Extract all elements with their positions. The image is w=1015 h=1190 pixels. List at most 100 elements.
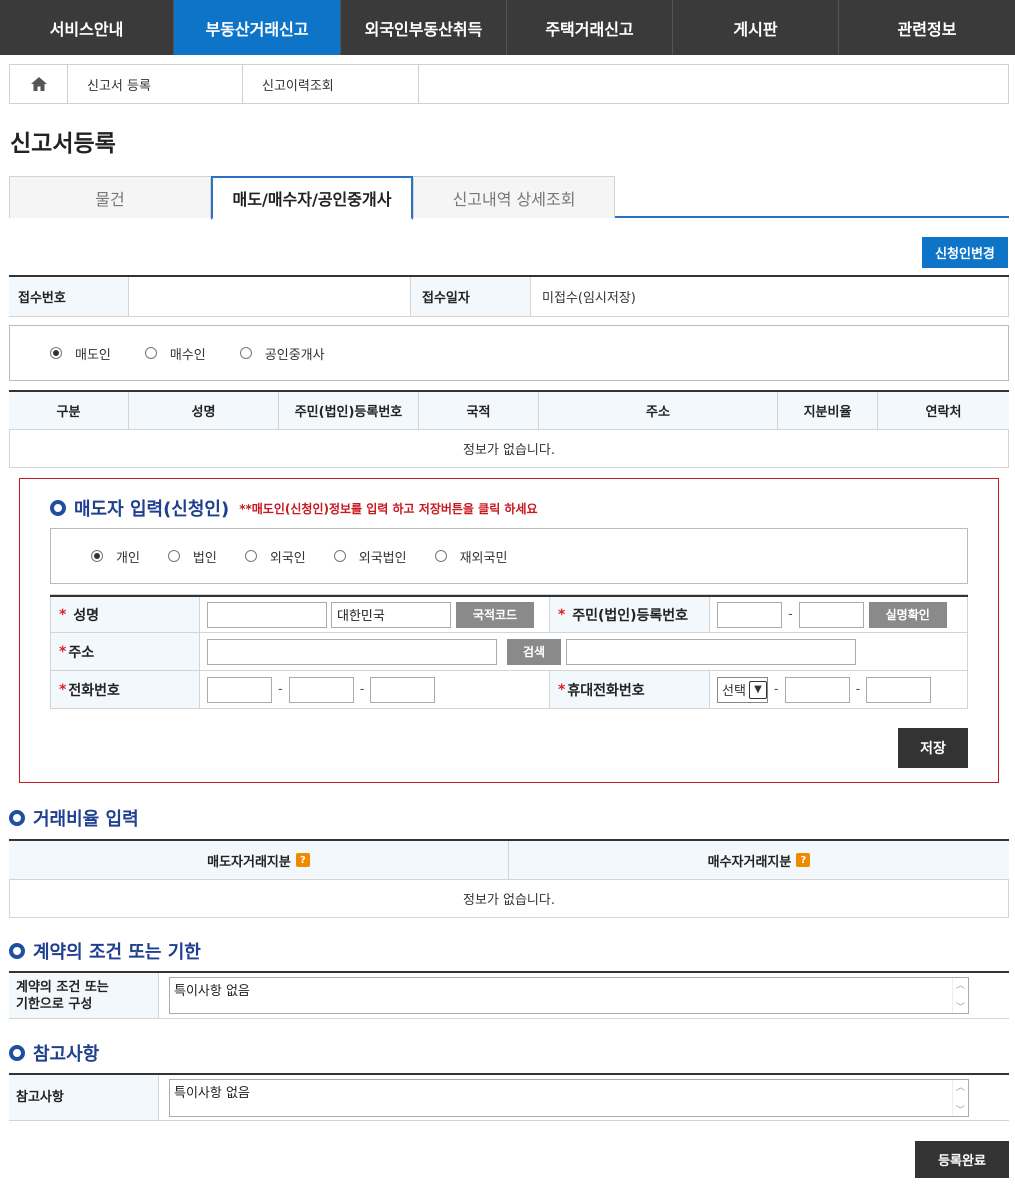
- conditions-section-title: 계약의 조건 또는 기한: [9, 938, 201, 964]
- phone-middle-input[interactable]: [288, 676, 354, 703]
- party-table-empty: 정보가 없습니다.: [9, 430, 1009, 468]
- mobile-label-text: 휴대전화번호: [567, 682, 645, 699]
- dash: -: [359, 682, 365, 697]
- radio-foreign-corporation[interactable]: 외국법인: [333, 547, 407, 566]
- ratio-table: 매도자거래지분? 매수자거래지분? 정보가 없습니다.: [9, 839, 1009, 918]
- breadcrumb-report-history[interactable]: 신고이력조회: [243, 65, 419, 103]
- party-table: 구분 성명 주민(법인)등록번호 국적 주소 지분비율 연락처 정보가 없습니다…: [9, 390, 1009, 468]
- save-button[interactable]: 저장: [898, 728, 968, 768]
- mobile-prefix-value: 선택: [722, 684, 746, 699]
- nav-item-housing-report[interactable]: 주택거래신고: [507, 0, 673, 55]
- nav-item-real-estate-report[interactable]: 부동산거래신고: [174, 0, 341, 55]
- scroll-down-icon[interactable]: ﹀: [956, 1000, 965, 1013]
- col-seller-share: 매도자거래지분?: [9, 841, 509, 879]
- name-input[interactable]: [207, 601, 327, 628]
- radio-corporation[interactable]: 법인: [167, 547, 217, 566]
- required-mark: *: [59, 681, 67, 698]
- col-address: 주소: [539, 392, 778, 429]
- radio-dot[interactable]: [239, 347, 252, 359]
- radio-dot[interactable]: [167, 550, 180, 562]
- conditions-label: 계약의 조건 또는 기한으로 구성: [9, 973, 159, 1018]
- radio-foreigner[interactable]: 외국인: [244, 547, 306, 566]
- circle-bullet-icon: [9, 1045, 25, 1061]
- radio-overseas-korean[interactable]: 재외국민: [434, 547, 507, 566]
- radio-individual[interactable]: 개인: [91, 547, 140, 566]
- seller-note: **매도인(신청인)정보를 입력 하고 저장버튼을 클릭 하세요: [239, 501, 538, 516]
- mobile-prefix-select[interactable]: 선택 ▼: [717, 676, 768, 703]
- ratio-table-empty: 정보가 없습니다.: [9, 880, 1009, 918]
- col-buyer-share: 매수자거래지분?: [509, 841, 1009, 879]
- radio-seller[interactable]: 매도인: [50, 344, 111, 363]
- name-label-text: 성명: [73, 607, 99, 624]
- breadcrumb-home[interactable]: [10, 65, 68, 103]
- phone-last-input[interactable]: [370, 676, 436, 703]
- scrollbar[interactable]: ︿ ﹀: [952, 1080, 968, 1116]
- reg-no-second-input[interactable]: [798, 601, 864, 628]
- verify-name-button[interactable]: 실명확인: [868, 601, 947, 628]
- seller-form-table: * 성명 대한민국 국적코드 * 주민(법인)등록번호 - 실명확인 * 주소 검…: [50, 594, 968, 709]
- scrollbar[interactable]: ︿ ﹀: [952, 978, 968, 1013]
- dash: -: [788, 607, 793, 622]
- address-search-button[interactable]: 검색: [507, 638, 561, 665]
- tab-seller-buyer-broker[interactable]: 매도/매수자/공인중개사: [211, 176, 413, 220]
- page-title: 신고서등록: [10, 131, 116, 157]
- help-icon[interactable]: ?: [796, 853, 811, 867]
- change-applicant-button[interactable]: 신청인변경: [922, 237, 1008, 268]
- seller-title-text: 매도자 입력(신청인): [74, 499, 230, 520]
- radio-dot[interactable]: [244, 550, 257, 562]
- circle-bullet-icon: [9, 810, 25, 826]
- name-label: * 성명: [50, 597, 200, 632]
- scroll-up-icon[interactable]: ︿: [956, 1080, 965, 1093]
- radio-dot[interactable]: [50, 347, 62, 359]
- form-row-name: * 성명 대한민국 국적코드 * 주민(법인)등록번호 - 실명확인: [50, 595, 968, 633]
- notes-title-text: 참고사항: [33, 1044, 100, 1065]
- form-row-address: * 주소 검색: [50, 633, 968, 671]
- conditions-text: 특이사항 없음: [174, 984, 250, 999]
- top-nav: 서비스안내 부동산거래신고 외국인부동산취득 주택거래신고 게시판 관련정보: [0, 0, 1015, 55]
- name-cell: 대한민국 국적코드: [200, 597, 550, 632]
- nationality-input[interactable]: 대한민국: [331, 601, 451, 628]
- nav-item-related-info[interactable]: 관련정보: [839, 0, 1015, 55]
- home-icon: [30, 77, 47, 91]
- radio-dot[interactable]: [91, 550, 103, 562]
- seller-section-title: 매도자 입력(신청인) **매도인(신청인)정보를 입력 하고 저장버튼을 클릭…: [50, 495, 538, 521]
- mobile-last-input[interactable]: [866, 676, 932, 703]
- address-detail-input[interactable]: [566, 638, 856, 665]
- address-input[interactable]: [207, 638, 497, 665]
- radio-label: 외국인: [269, 550, 306, 566]
- tab-property[interactable]: 물건: [9, 176, 211, 218]
- radio-dot[interactable]: [144, 347, 157, 359]
- conditions-textarea[interactable]: 특이사항 없음 ︿ ﹀: [169, 977, 969, 1014]
- dash: -: [278, 682, 283, 697]
- nav-item-board[interactable]: 게시판: [673, 0, 839, 55]
- radio-dot[interactable]: [333, 550, 346, 562]
- party-type-group: 매도인 매수인 공인중개사: [9, 325, 1009, 381]
- nav-item-service-info[interactable]: 서비스안내: [0, 0, 174, 55]
- radio-label: 공인중개사: [264, 347, 325, 363]
- form-row-phone: * 전화번호 - - * 휴대전화번호 선택 ▼ - -: [50, 671, 968, 709]
- radio-label: 법인: [192, 550, 217, 566]
- radio-broker[interactable]: 공인중개사: [239, 344, 325, 363]
- dash: -: [773, 682, 779, 697]
- ratio-title-text: 거래비율 입력: [33, 809, 139, 830]
- breadcrumb: 신고서 등록 신고이력조회: [9, 64, 1009, 104]
- required-mark: *: [59, 643, 67, 660]
- breadcrumb-report-register[interactable]: 신고서 등록: [68, 65, 243, 103]
- nationality-code-button[interactable]: 국적코드: [456, 601, 534, 628]
- scroll-up-icon[interactable]: ︿: [956, 978, 965, 991]
- help-icon[interactable]: ?: [295, 853, 310, 867]
- reg-no-label-text: 주민(법인)등록번호: [572, 607, 689, 624]
- conditions-row: 계약의 조건 또는 기한으로 구성 특이사항 없음 ︿ ﹀: [9, 971, 1009, 1019]
- tab-report-detail[interactable]: 신고내역 상세조회: [413, 176, 615, 218]
- nav-item-foreigner-acquisition[interactable]: 외국인부동산취득: [341, 0, 507, 55]
- reg-no-first-input[interactable]: [717, 601, 782, 628]
- conditions-label-line1: 계약의 조건 또는: [16, 979, 109, 995]
- scroll-down-icon[interactable]: ﹀: [956, 1103, 965, 1116]
- radio-buyer[interactable]: 매수인: [144, 344, 206, 363]
- notes-textarea[interactable]: 특이사항 없음 ︿ ﹀: [169, 1079, 969, 1117]
- seller-share-label: 매도자거래지분: [207, 854, 291, 870]
- mobile-middle-input[interactable]: [784, 676, 850, 703]
- phone-area-input[interactable]: [207, 676, 272, 703]
- radio-dot[interactable]: [434, 550, 447, 562]
- register-complete-button[interactable]: 등록완료: [915, 1141, 1009, 1178]
